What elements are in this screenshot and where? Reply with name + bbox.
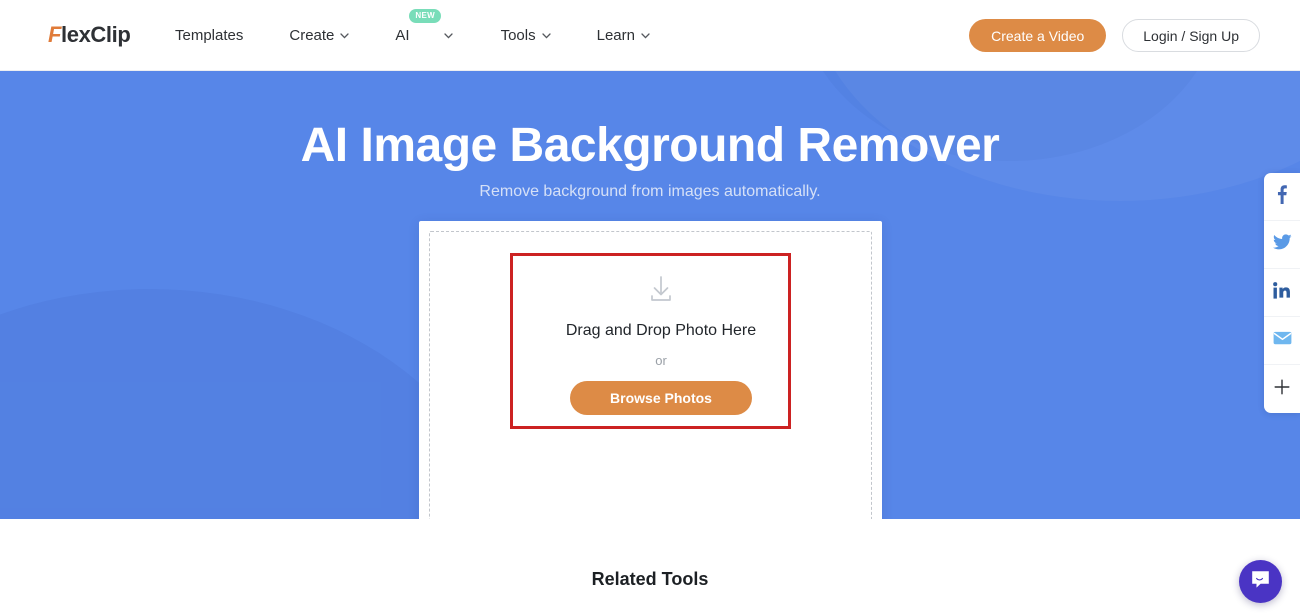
chat-widget-button[interactable] [1239, 560, 1282, 603]
chevron-down-icon [541, 32, 551, 42]
nav-item-label: AI [395, 27, 410, 44]
logo-text: lexClip [61, 22, 131, 47]
header-actions: Create a Video Login / Sign Up [969, 19, 1260, 52]
share-more-button[interactable] [1264, 365, 1300, 413]
new-badge: NEW [409, 9, 441, 23]
chat-bubble-icon [1250, 569, 1271, 595]
plus-icon [1274, 379, 1290, 400]
page-root: FlexClip Templates Create AI NEW Tools L… [0, 0, 1300, 614]
share-email-button[interactable] [1264, 317, 1300, 365]
chevron-down-icon [340, 32, 350, 42]
chevron-down-icon [443, 32, 453, 42]
create-video-button[interactable]: Create a Video [969, 19, 1107, 52]
linkedin-icon [1273, 281, 1291, 304]
login-signup-button[interactable]: Login / Sign Up [1122, 19, 1260, 52]
nav-item-create[interactable]: Create [289, 25, 350, 46]
chevron-down-icon [641, 32, 650, 42]
facebook-icon [1277, 184, 1287, 209]
flexclip-logo[interactable]: FlexClip [48, 22, 131, 48]
dropzone-content: Drag and Drop Photo Here or Browse Photo… [521, 265, 801, 440]
nav-item-label: Tools [500, 27, 536, 44]
nav-item-templates[interactable]: Templates [175, 25, 243, 46]
nav-item-label: Learn [596, 27, 635, 44]
page-subtitle: Remove background from images automatica… [479, 183, 821, 200]
dropzone[interactable]: Drag and Drop Photo Here or Browse Photo… [429, 231, 872, 519]
related-tools-title: Related Tools [591, 569, 709, 589]
upload-card: Drag and Drop Photo Here or Browse Photo… [419, 221, 882, 519]
page-title: AI Image Background Remover [300, 119, 1000, 172]
hero-section: AI Image Background Remover Remove backg… [0, 71, 1300, 519]
browse-photos-button[interactable]: Browse Photos [570, 381, 752, 415]
twitter-icon [1272, 234, 1292, 255]
nav-item-tools[interactable]: Tools [501, 25, 551, 46]
social-share-rail [1264, 173, 1300, 413]
dropzone-or-label: or [655, 353, 667, 368]
dropzone-title: Drag and Drop Photo Here [565, 322, 757, 339]
share-linkedin-button[interactable] [1264, 269, 1300, 317]
nav-item-learn[interactable]: Learn [597, 25, 650, 46]
main-nav: Templates Create AI NEW Tools Learn [175, 9, 696, 46]
download-arrow-icon [646, 274, 676, 304]
nav-item-ai[interactable]: AI NEW [395, 9, 453, 46]
nav-item-label: Create [289, 27, 335, 44]
email-icon [1273, 331, 1292, 350]
related-tools-section: Related Tools [0, 519, 1300, 614]
logo-accent-letter: F [48, 22, 62, 47]
share-twitter-button[interactable] [1264, 221, 1300, 269]
site-header: FlexClip Templates Create AI NEW Tools L… [0, 0, 1300, 71]
nav-item-label: Templates [175, 27, 244, 44]
share-facebook-button[interactable] [1264, 173, 1300, 221]
